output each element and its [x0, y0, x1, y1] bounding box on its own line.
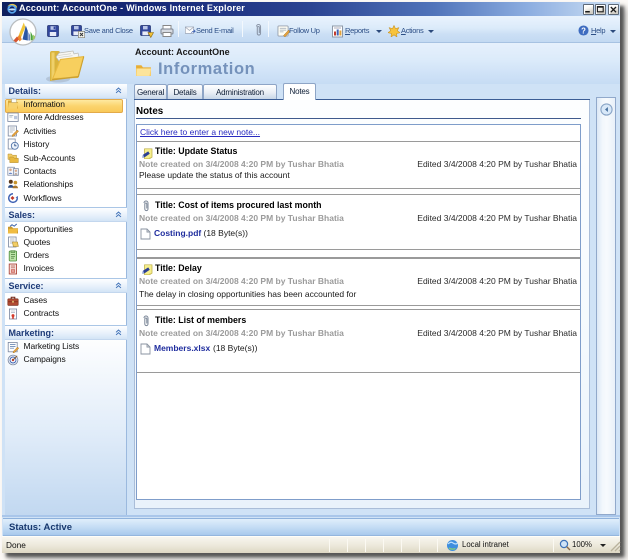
svg-text:?: ? — [581, 26, 586, 35]
